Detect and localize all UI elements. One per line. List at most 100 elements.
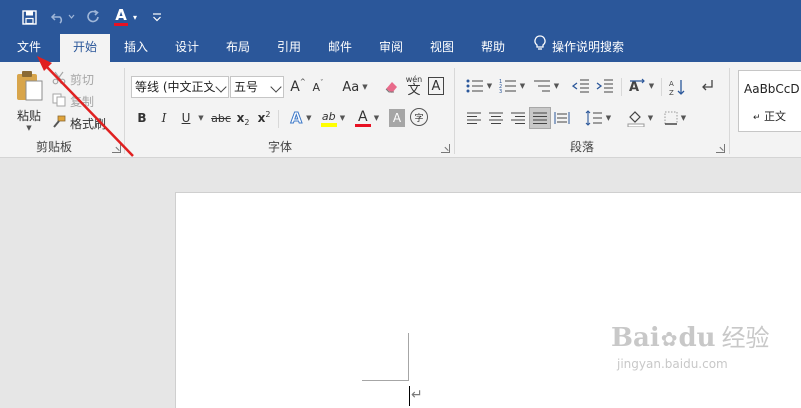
font-group-label: 字体 xyxy=(268,140,293,154)
style-normal-text: 正文 xyxy=(764,110,787,123)
redo-icon[interactable] xyxy=(84,7,104,27)
numbering-button[interactable]: 123 ▼ xyxy=(497,76,527,96)
undo-icon[interactable] xyxy=(48,7,78,27)
paragraph-mark-icon: ↵ xyxy=(753,113,761,123)
phonetic-guide-button[interactable]: wén 文 xyxy=(404,75,424,99)
font-color-swatch xyxy=(114,23,128,26)
grow-font-button[interactable]: A ^ xyxy=(290,77,306,97)
text-effects-glyph: A xyxy=(290,109,303,128)
paste-button[interactable]: 粘贴 ▼ xyxy=(10,68,48,134)
bold-button[interactable]: B xyxy=(134,108,150,128)
clipboard-launcher-icon[interactable] xyxy=(112,144,121,153)
tab-home[interactable]: 开始 xyxy=(60,34,110,62)
tab-design[interactable]: 设计 xyxy=(167,34,207,62)
tab-review[interactable]: 审阅 xyxy=(371,34,411,62)
svg-text:Z: Z xyxy=(669,89,674,96)
sort-icon[interactable]: AZ xyxy=(667,76,687,98)
character-border-button[interactable]: A xyxy=(428,77,444,95)
format-painter-label: 格式刷 xyxy=(70,116,107,131)
text-cursor[interactable] xyxy=(409,386,410,406)
character-shading-glyph: A xyxy=(392,111,402,125)
font-size-combo[interactable]: 五号 xyxy=(230,76,284,98)
tab-help[interactable]: 帮助 xyxy=(473,34,513,62)
paragraph-group-label: 段落 xyxy=(570,140,595,154)
strikethrough-button[interactable]: abc xyxy=(210,108,232,128)
paint-bucket-icon xyxy=(627,111,645,127)
change-case-button[interactable]: Aa ▼ xyxy=(338,77,372,97)
tab-view[interactable]: 视图 xyxy=(422,34,462,62)
chinese-layout-button[interactable]: A ▼ xyxy=(626,76,656,96)
change-case-label: Aa xyxy=(342,79,360,95)
cut-label: 剪切 xyxy=(70,72,95,87)
save-icon[interactable] xyxy=(18,7,40,27)
clear-formatting-icon[interactable] xyxy=(382,77,400,97)
font-color-button[interactable]: A xyxy=(113,7,129,27)
group-divider xyxy=(454,68,455,154)
watermark-brand-cn: 经验 xyxy=(721,324,770,352)
italic-button[interactable]: I xyxy=(156,108,172,128)
borders-icon xyxy=(664,111,678,125)
underline-dropdown-icon[interactable]: ▼ xyxy=(196,112,206,124)
group-divider xyxy=(729,68,730,154)
font-color-dropdown-icon[interactable]: ▾ xyxy=(131,7,139,27)
shading-dropdown-icon: ▼ xyxy=(647,114,654,122)
tab-references[interactable]: 引用 xyxy=(269,34,309,62)
bullets-button[interactable]: ▼ xyxy=(464,76,494,96)
align-right-icon[interactable] xyxy=(508,108,528,128)
enclose-characters-button[interactable]: 字 xyxy=(410,108,428,126)
borders-button[interactable]: ▼ xyxy=(660,108,690,128)
svg-text:3: 3 xyxy=(499,89,502,93)
underline-button[interactable]: U xyxy=(178,108,194,128)
highlight-button[interactable]: ab ▼ xyxy=(318,106,348,130)
align-left-icon[interactable] xyxy=(464,108,484,128)
subscript-button[interactable]: x2 xyxy=(235,108,251,128)
font-name-combo[interactable]: 等线 (中文正文 xyxy=(131,76,229,98)
justify-icon[interactable] xyxy=(529,107,551,129)
scissors-icon xyxy=(52,71,66,88)
highlight-dropdown-icon: ▼ xyxy=(339,114,346,122)
align-center-icon[interactable] xyxy=(486,108,506,128)
margin-corner-marker xyxy=(408,333,409,381)
font-color-glyph: A xyxy=(358,108,368,125)
tell-me-search[interactable]: 操作说明搜索 xyxy=(530,34,636,62)
paragraph-launcher-icon[interactable] xyxy=(716,144,725,153)
show-formatting-marks-icon[interactable] xyxy=(697,76,717,96)
font-size-value: 五号 xyxy=(234,80,259,94)
character-shading-button[interactable]: A xyxy=(389,109,405,127)
phonetic-char: 文 xyxy=(407,83,421,98)
style-normal[interactable]: AaBbCcD ↵ 正文 xyxy=(738,70,801,132)
lightbulb-icon xyxy=(534,34,546,61)
copy-button[interactable]: 复制 xyxy=(52,92,102,110)
font-name-dropdown-icon[interactable] xyxy=(215,81,227,93)
increase-indent-icon[interactable] xyxy=(595,76,615,96)
line-spacing-button[interactable]: ▼ xyxy=(583,108,613,128)
format-painter-button[interactable]: 格式刷 xyxy=(52,114,110,132)
font-color-ribbon-button[interactable]: A ▼ xyxy=(352,106,382,130)
distributed-icon[interactable] xyxy=(552,108,572,128)
highlight-swatch xyxy=(320,122,337,127)
tab-mailings[interactable]: 邮件 xyxy=(320,34,360,62)
tab-layout[interactable]: 布局 xyxy=(218,34,258,62)
cut-button[interactable]: 剪切 xyxy=(52,70,102,88)
style-preview: AaBbCcD xyxy=(744,82,800,96)
highlighter-icon: ab xyxy=(320,110,337,127)
customize-qat-icon[interactable] xyxy=(150,7,164,27)
font-size-dropdown-icon[interactable] xyxy=(270,81,282,93)
style-normal-label: ↵ 正文 xyxy=(753,108,786,124)
chinese-layout-dropdown-icon: ▼ xyxy=(648,82,655,90)
shrink-font-button[interactable]: Aˇ xyxy=(310,77,326,97)
font-launcher-icon[interactable] xyxy=(441,144,450,153)
multilevel-list-button[interactable]: ▼ xyxy=(531,76,561,96)
svg-text:A: A xyxy=(669,80,674,88)
superscript-button[interactable]: x2 xyxy=(256,108,272,128)
bullets-icon xyxy=(466,79,483,93)
text-effects-button[interactable]: A ▼ xyxy=(286,108,316,128)
paste-dropdown-icon[interactable]: ▼ xyxy=(26,124,31,132)
tab-insert[interactable]: 插入 xyxy=(116,34,156,62)
decrease-indent-icon[interactable] xyxy=(571,76,591,96)
shading-button[interactable]: ▼ xyxy=(624,107,656,129)
tab-file[interactable]: 文件 xyxy=(8,34,50,62)
document-page[interactable]: ↵ xyxy=(175,192,801,408)
menu-bar: 文件 开始 插入 设计 布局 引用 邮件 审阅 视图 帮助 操作说明搜索 xyxy=(0,34,801,62)
font-color-label: A xyxy=(115,6,127,24)
